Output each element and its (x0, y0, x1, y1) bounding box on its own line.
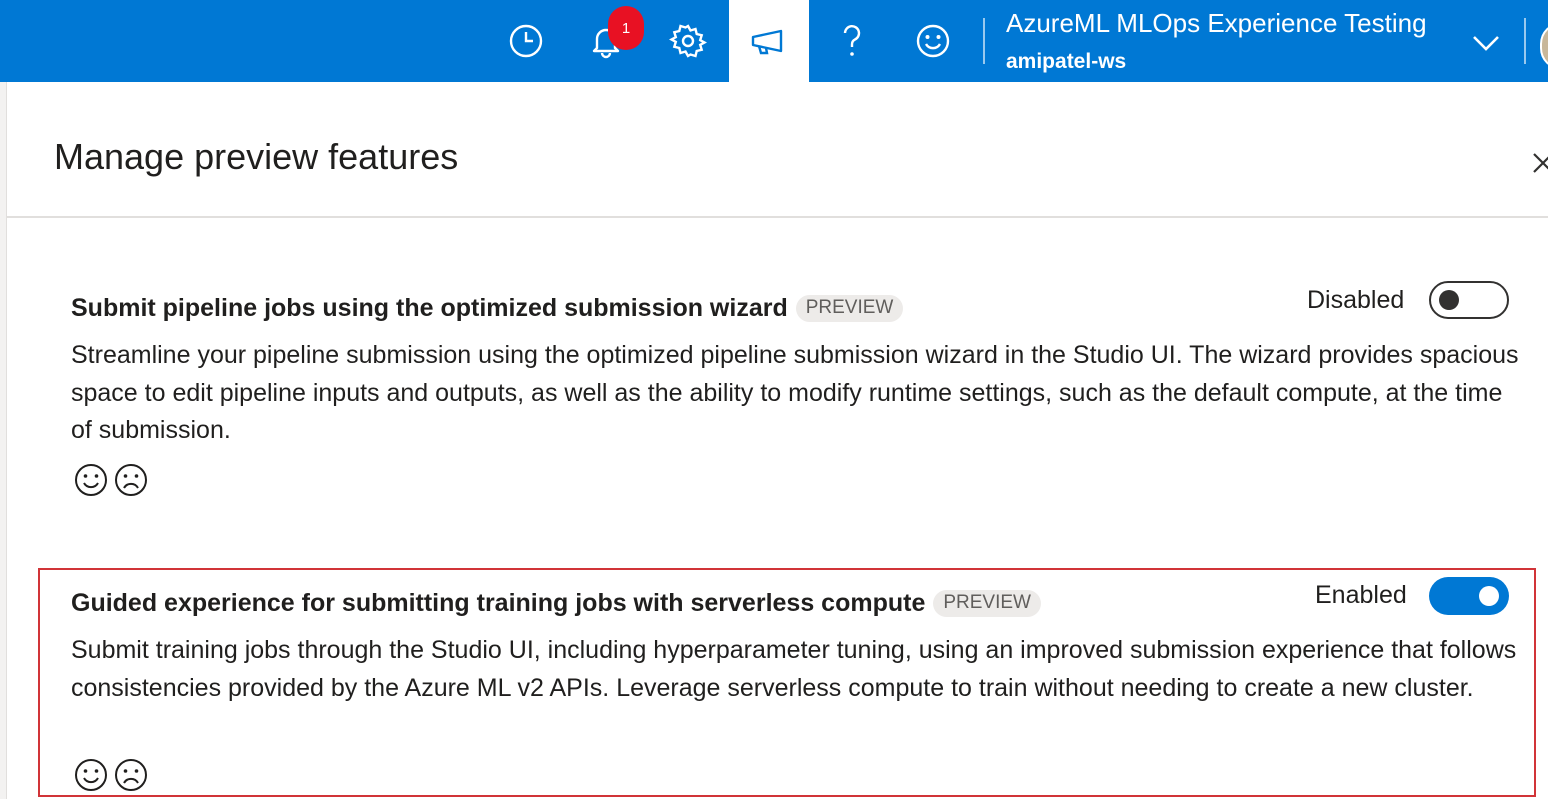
header-divider (983, 18, 985, 64)
frown-icon[interactable] (113, 757, 149, 793)
feature-description: Submit training jobs through the Studio … (71, 636, 1517, 702)
smiley-icon (916, 24, 950, 58)
workspace-title[interactable]: AzureML MLOps Experience Testing (1006, 8, 1427, 39)
clock-icon (509, 24, 543, 58)
notification-badge: 1 (608, 6, 644, 50)
help-icon (843, 24, 861, 56)
toggle-status-label: Enabled (1315, 581, 1407, 609)
frown-icon[interactable] (113, 462, 149, 498)
toggle-status-label: Disabled (1307, 286, 1405, 314)
help-button[interactable] (812, 0, 892, 82)
feature-title: Submit pipeline jobs using the optimized… (71, 294, 904, 323)
feature-title: Guided experience for submitting trainin… (71, 589, 1041, 618)
feature-toggle-pipeline-wizard[interactable] (1429, 281, 1509, 319)
panel-header: Manage preview features (6, 82, 1548, 218)
feature-card-serverless-training: Guided experience for submitting trainin… (71, 575, 1521, 795)
thumbs-up-smiley-icon[interactable] (73, 757, 109, 793)
feature-card-pipeline-wizard: Submit pipeline jobs using the optimized… (71, 280, 1521, 510)
feedback-button[interactable] (893, 0, 973, 82)
recent-button[interactable] (486, 0, 566, 82)
preview-tag: PREVIEW (933, 590, 1041, 617)
gear-icon (669, 24, 707, 58)
panel-title: Manage preview features (54, 136, 459, 177)
preview-tag: PREVIEW (795, 295, 904, 322)
toggle-knob (1439, 290, 1459, 310)
thumbs-up-smiley-icon[interactable] (73, 462, 109, 498)
settings-button[interactable] (648, 0, 728, 82)
close-icon[interactable] (1530, 148, 1548, 178)
avatar[interactable] (1540, 22, 1548, 70)
feature-toggle-serverless-training[interactable] (1429, 577, 1509, 615)
preview-features-button[interactable] (729, 0, 809, 82)
feature-description: Streamline your pipeline submission usin… (71, 341, 1519, 444)
header-divider-2 (1524, 18, 1526, 64)
megaphone-icon (751, 29, 783, 55)
toggle-knob (1479, 586, 1499, 606)
top-bar: 1 AzureML MLOps Experience Testing amipa… (0, 0, 1548, 82)
chevron-down-icon[interactable] (1470, 28, 1502, 58)
workspace-name[interactable]: amipatel-ws (1006, 50, 1126, 74)
